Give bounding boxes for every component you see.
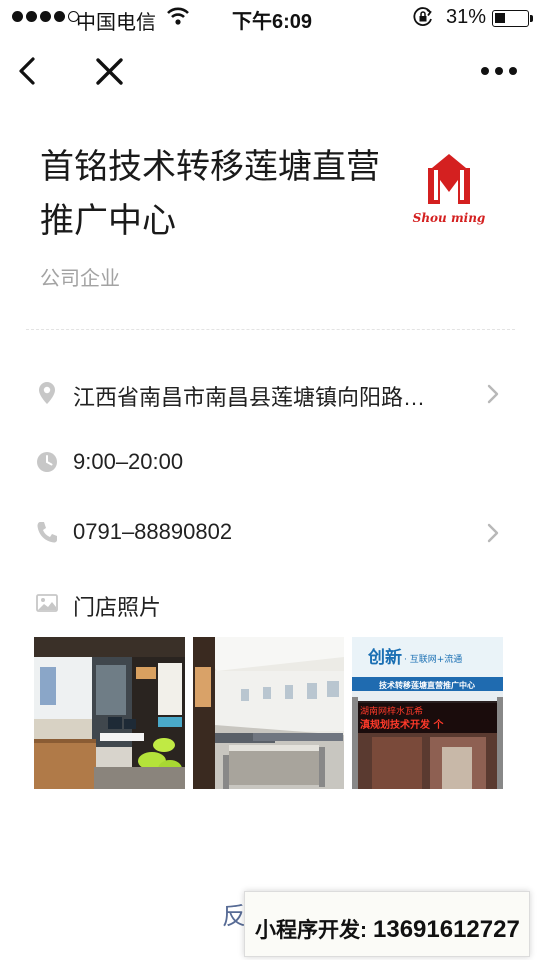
developer-label: 小程序开发:: [255, 919, 367, 942]
location-pin-icon: [36, 381, 58, 405]
business-hours-text: 9:00–20:00: [73, 449, 184, 474]
close-button[interactable]: [88, 50, 132, 94]
store-photos-header: 门店照片: [0, 578, 541, 628]
battery-icon: [492, 10, 533, 27]
svg-text:创新: 创新: [367, 647, 402, 668]
more-button[interactable]: [476, 50, 520, 94]
phone-icon: [36, 520, 58, 544]
svg-text:滇规划技术开发 个: 滇规划技术开发 个: [360, 718, 444, 731]
phone-number-text: 0791–88890802: [73, 519, 233, 544]
chevron-left-icon: [19, 57, 35, 85]
wifi-icon: [166, 6, 190, 32]
storefront-photo: 创新 · 互联网+流通 技术转移莲塘直营推广中心 湖南网梓水瓦希 滇规划技术开发…: [352, 637, 503, 789]
store-photos-gallery: 创新 · 互联网+流通 技术转移莲塘直营推广中心 湖南网梓水瓦希 滇规划技术开发…: [34, 637, 503, 789]
address-text: 江西省南昌市南昌县莲塘镇向阳路…: [73, 385, 426, 410]
svg-text:湖南网梓水瓦希: 湖南网梓水瓦希: [360, 705, 423, 717]
store-title-line2: 推广中心: [40, 202, 176, 240]
signal-strength-icon: [12, 11, 79, 22]
chevron-right-icon: [486, 522, 500, 544]
feedback-link[interactable]: 反: [222, 896, 246, 931]
status-time: 下午6:09: [232, 11, 313, 33]
svg-text:技术转移莲塘直营推广中心: 技术转移莲塘直营推广中心: [379, 680, 475, 690]
office-reception-photo: [34, 637, 185, 789]
store-photo-1[interactable]: [34, 637, 185, 789]
logo-text: Shou ming: [413, 211, 486, 225]
store-photo-2[interactable]: [193, 637, 344, 789]
clock-icon: [36, 450, 58, 474]
developer-phone: 13691612727: [373, 916, 520, 943]
svg-text:· 互联网+流通: · 互联网+流通: [404, 653, 462, 665]
more-dots-icon: [481, 67, 517, 75]
store-title: 首铭技术转移莲塘直营 推广中心: [40, 140, 400, 248]
chevron-right-icon: [486, 383, 500, 405]
store-detail-page: 中国电信 下午6:09 31% 首铭技术转移莲塘直营 推广中心 公司企业 Sho…: [0, 0, 541, 960]
close-icon: [96, 58, 123, 85]
navigation-bar: [0, 36, 541, 106]
back-button[interactable]: [8, 50, 52, 94]
store-category: 公司企业: [40, 268, 120, 290]
business-hours-row: 9:00–20:00: [0, 437, 541, 487]
image-icon: [36, 591, 58, 615]
store-title-line1: 首铭技术转移莲塘直营: [40, 148, 380, 186]
store-photos-label: 门店照片: [73, 595, 162, 620]
status-bar: 中国电信 下午6:09 31%: [0, 0, 541, 36]
store-logo: Shou ming: [412, 152, 486, 232]
carrier-name: 中国电信: [76, 12, 156, 34]
developer-contact-badge[interactable]: 小程序开发: 13691612727: [244, 891, 530, 957]
battery-percent: 31%: [446, 6, 487, 28]
section-divider: [26, 329, 515, 330]
store-photo-3[interactable]: 创新 · 互联网+流通 技术转移莲塘直营推广中心 湖南网梓水瓦希 滇规划技术开发…: [352, 637, 503, 789]
rotation-lock-icon: [412, 6, 434, 34]
office-workstations-photo: [193, 637, 344, 789]
shouming-logo-icon: Shou ming: [413, 154, 486, 225]
address-row[interactable]: 江西省南昌市南昌县莲塘镇向阳路…: [0, 368, 541, 418]
phone-row[interactable]: 0791–88890802: [0, 507, 541, 557]
